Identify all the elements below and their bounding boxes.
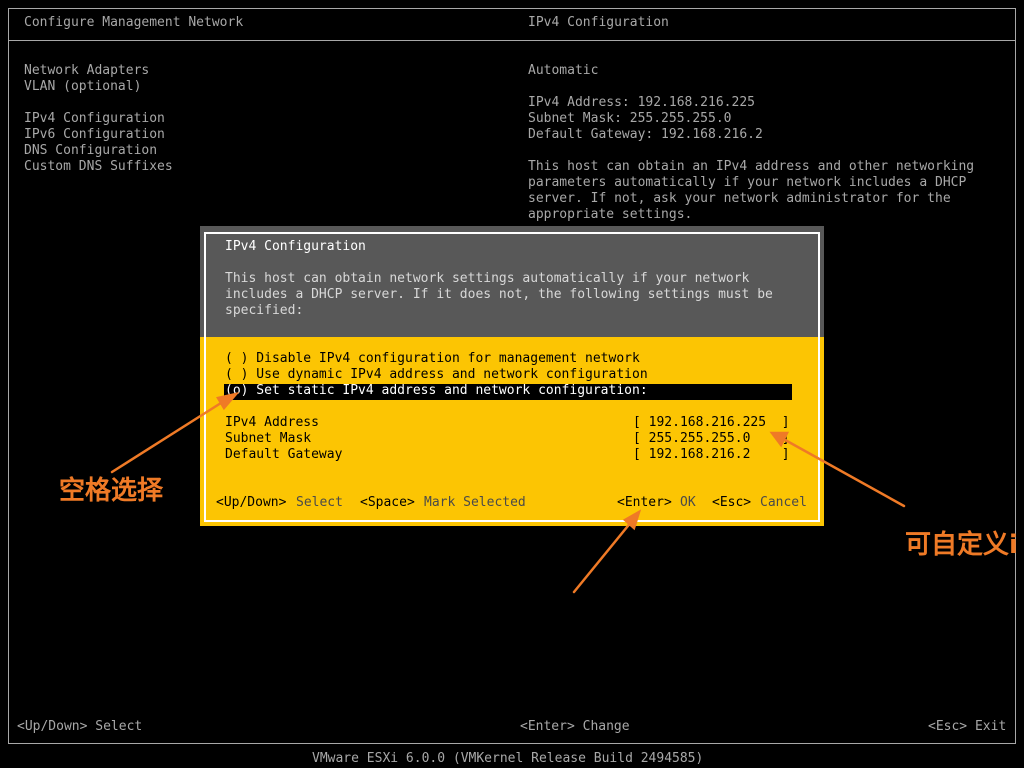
detail-ipv4-address: IPv4 Address: 192.168.216.225 (528, 95, 755, 110)
menu-item-dns[interactable]: DNS Configuration (24, 143, 157, 159)
dialog-ok-key[interactable]: <Enter> (617, 495, 672, 511)
dialog-description-line: specified: (225, 303, 304, 318)
footer-change-hint: <Enter> Change (520, 719, 630, 734)
detail-mode: Automatic (528, 63, 599, 78)
page-title: Configure Management Network (24, 15, 244, 30)
annotation-space-select: 空格选择 (59, 476, 164, 506)
default-gateway-label: Default Gateway (225, 447, 343, 462)
menu-item-dns-suffixes[interactable]: Custom DNS Suffixes (24, 159, 173, 175)
detail-description-line: server. If not, ask your network adminis… (528, 191, 951, 206)
detail-description-line: This host can obtain an IPv4 address and… (528, 159, 975, 174)
option-static-ipv4-radio[interactable]: (o) Set static IPv4 address and network … (225, 383, 648, 399)
default-gateway-input[interactable]: [ 192.168.216.2 ] (633, 447, 790, 463)
dialog-description-line: includes a DHCP server. If it does not, … (225, 287, 773, 302)
option-dynamic-ipv4-radio[interactable]: ( ) Use dynamic IPv4 address and network… (225, 367, 648, 383)
detail-subnet-mask: Subnet Mask: 255.255.255.0 (528, 111, 732, 126)
annotation-customizable: 可自定义i (905, 530, 1018, 560)
dialog-title: IPv4 Configuration (225, 239, 366, 254)
detail-default-gateway: Default Gateway: 192.168.216.2 (528, 127, 763, 142)
footer-select-hint: <Up/Down> Select (17, 719, 143, 734)
ipv4-address-input[interactable]: [ 192.168.216.225 ] (633, 415, 790, 431)
footer-exit-hint: <Esc> Exit (928, 719, 1007, 734)
dialog-updown-action: Select (296, 495, 343, 510)
detail-title: IPv4 Configuration (528, 15, 669, 30)
dialog-description-line: This host can obtain network settings au… (225, 271, 750, 286)
menu-item-ipv4[interactable]: IPv4 Configuration (24, 111, 165, 127)
dialog-ok-button[interactable]: OK (680, 495, 696, 511)
detail-description-line: appropriate settings. (528, 207, 693, 222)
dialog-cancel-button[interactable]: Cancel (760, 495, 807, 511)
ipv4-address-label: IPv4 Address (225, 415, 319, 430)
detail-description-line: parameters automatically if your network… (528, 175, 967, 190)
version-string: VMware ESXi 6.0.0 (VMKernel Release Buil… (312, 751, 704, 766)
dialog-space-action: Mark Selected (424, 495, 526, 510)
subnet-mask-input[interactable]: [ 255.255.255.0 ] (633, 431, 790, 447)
header-divider (8, 40, 1016, 41)
subnet-mask-label: Subnet Mask (225, 431, 312, 446)
option-disable-ipv4-radio[interactable]: ( ) Disable IPv4 configuration for manag… (225, 351, 640, 367)
menu-item-vlan[interactable]: VLAN (optional) (24, 79, 141, 95)
menu-item-network-adapters[interactable]: Network Adapters (24, 63, 149, 79)
menu-item-ipv6[interactable]: IPv6 Configuration (24, 127, 165, 143)
dialog-esc-key[interactable]: <Esc> (712, 495, 751, 511)
dialog-space-key: <Space> (360, 495, 415, 510)
dialog-updown-key: <Up/Down> (216, 495, 287, 510)
